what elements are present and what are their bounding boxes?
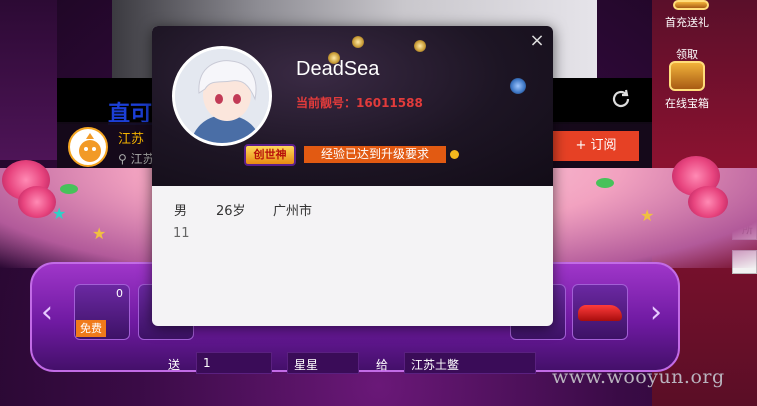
profile-age: 26岁 [216, 204, 246, 219]
profile-username: DeadSea [296, 58, 380, 80]
close-icon[interactable]: × [528, 32, 546, 50]
exp-status-bar: 经验已达到升级要求 [304, 146, 446, 163]
level-badge: 创世神 [244, 144, 296, 166]
refresh-icon[interactable] [610, 88, 632, 110]
profile-id-value: 16011588 [356, 96, 423, 110]
profile-id-label: 当前靓号： [296, 96, 357, 110]
rose-decoration [18, 186, 56, 218]
star-decoration: ★ [92, 224, 107, 243]
leaf-decoration [596, 178, 614, 188]
gift-count-badge: 0 [116, 287, 123, 300]
gift-prev-arrow-icon[interactable]: ‹ [35, 296, 59, 330]
first-recharge-link[interactable]: 首充送礼 [657, 14, 717, 30]
profile-city: 广州市 [273, 204, 313, 219]
anchor-location: ⚲ 江苏 [118, 150, 155, 167]
profile-gender: 男 [174, 204, 188, 219]
profile-extra-number: 11 [173, 226, 190, 241]
star-decoration: ★ [52, 204, 67, 223]
coin-icon [450, 150, 459, 159]
treasure-chest-icon[interactable] [669, 61, 705, 91]
recipient-input[interactable]: 江苏土鳖 [404, 352, 536, 374]
light-decoration [510, 78, 526, 94]
location-pin-icon: ⚲ [118, 152, 131, 166]
rose-decoration [688, 186, 728, 218]
send-amount-input[interactable]: 1 [196, 352, 272, 374]
left-panel-background [0, 0, 57, 160]
light-decoration [414, 40, 426, 52]
profile-card: × DeadSea 当前靓号：16011588 创世神 经验已达到升级要求 男 … [152, 26, 553, 326]
gift-box-icon[interactable] [673, 0, 709, 10]
light-decoration [352, 36, 364, 48]
send-label: 送 [168, 358, 181, 372]
online-chest-link[interactable]: 在线宝箱 [657, 95, 717, 111]
send-item-select[interactable]: 星星 [287, 352, 359, 374]
give-label: 给 [376, 358, 389, 372]
anchor-avatar[interactable] [68, 127, 108, 167]
leaf-decoration [60, 184, 78, 194]
star-decoration: ★ [640, 206, 655, 225]
free-badge: 免费 [76, 320, 106, 337]
anchor-name[interactable]: 江苏 [118, 128, 144, 147]
claim-link[interactable]: 领取 [657, 46, 717, 62]
watermark: www.wooyun.org [552, 366, 725, 388]
subscribe-button[interactable]: + 订阅 [553, 131, 639, 161]
sports-car-icon [578, 305, 622, 321]
profile-id-row: 当前靓号：16011588 [296, 94, 423, 111]
gift-next-arrow-icon[interactable]: › [644, 296, 668, 330]
profile-avatar [172, 46, 272, 146]
